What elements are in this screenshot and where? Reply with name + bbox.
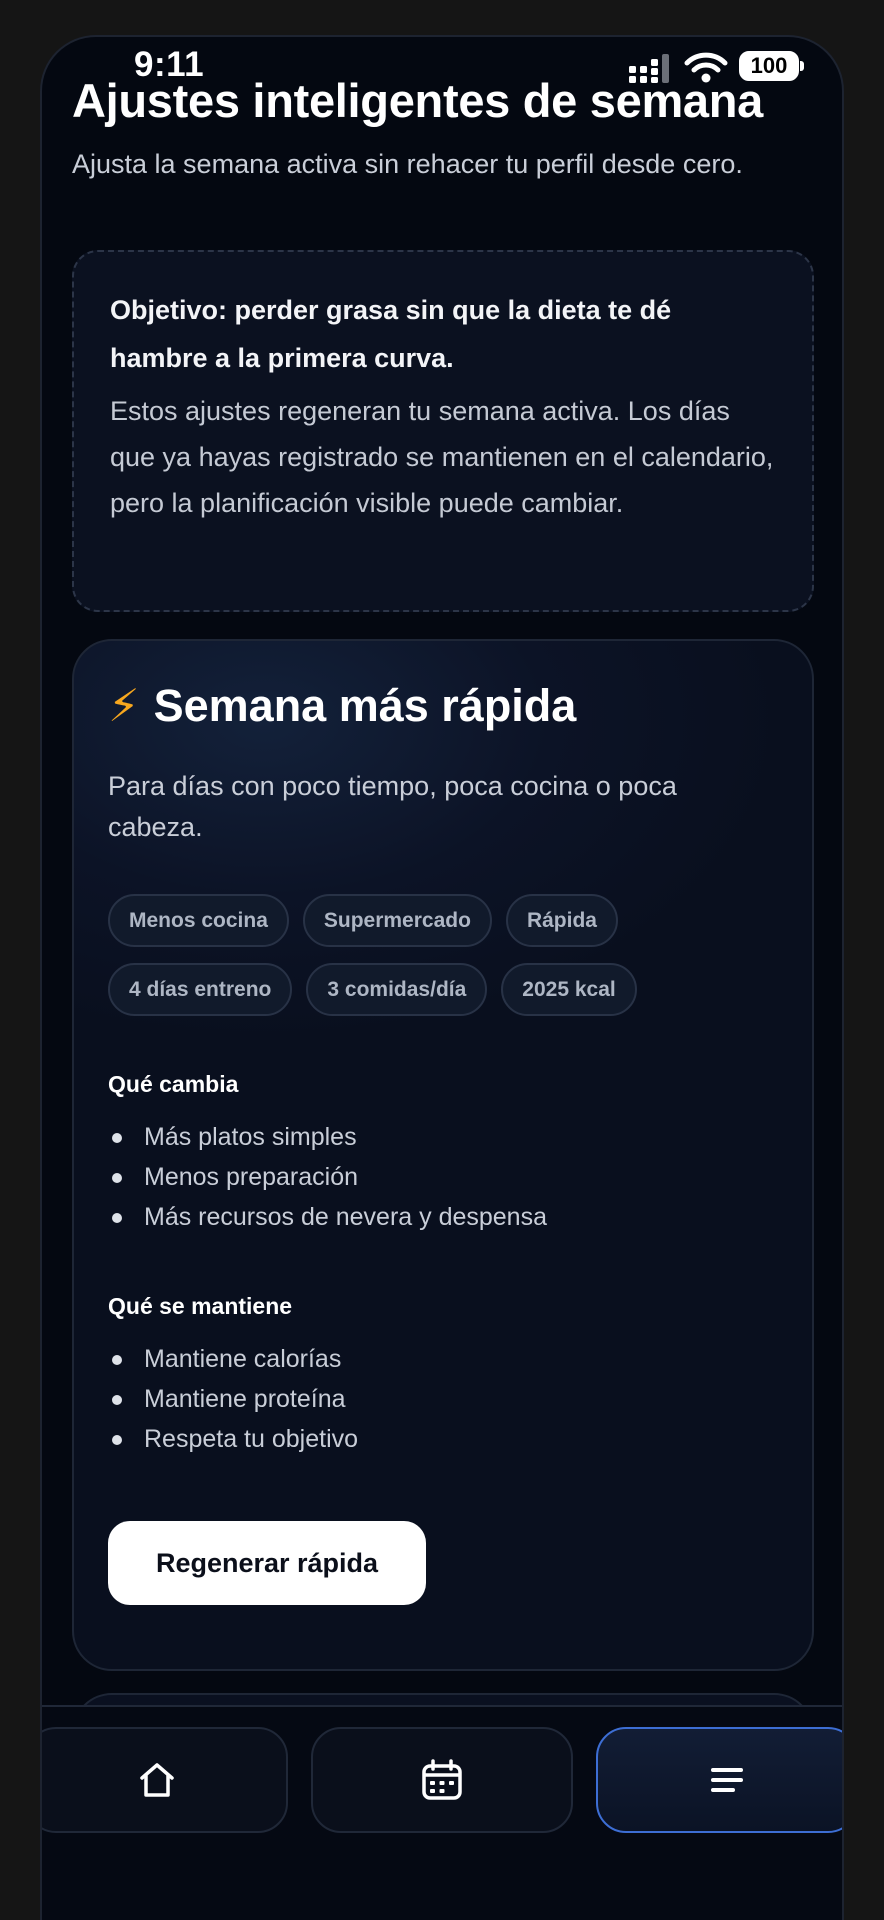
home-icon [140, 1763, 174, 1797]
list-item: Mantiene proteína [108, 1379, 358, 1419]
list-item: Menos preparación [108, 1157, 547, 1197]
list-item: Más platos simples [108, 1117, 547, 1157]
tab-calendar[interactable] [311, 1727, 573, 1833]
tag-chip: Rápida [505, 894, 618, 947]
card-title-text: Semana más rápida [153, 680, 577, 731]
tag-chip: 2025 kcal [501, 963, 637, 1016]
goal-text: Objetivo: perder grasa sin que la dieta … [110, 295, 672, 373]
calendar-icon [422, 1759, 462, 1800]
keeps-heading: Qué se mantiene [108, 1293, 293, 1319]
tab-menu[interactable] [596, 1727, 842, 1833]
lightning-bolt-icon: ⚡ [108, 680, 140, 731]
list-item: Respeta tu objetivo [108, 1419, 358, 1459]
keeps-list: Mantiene calorías Mantiene proteína Resp… [108, 1339, 358, 1459]
page-title: Ajustes inteligentes de semana [72, 74, 764, 127]
tab-home[interactable] [42, 1727, 288, 1833]
tag-list: Menos cocina Supermercado Rápida 4 días … [108, 894, 788, 1016]
page-subtitle: Ajusta la semana activa sin rehacer tu p… [72, 149, 743, 179]
changes-heading: Qué cambia [108, 1071, 239, 1097]
card-description: Para días con poco tiempo, poca cocina o… [108, 771, 677, 842]
bottom-tab-bar [42, 1705, 842, 1920]
option-card-faster-week: ⚡ Semana más rápida Para días con poco ti… [72, 639, 814, 1671]
changes-list: Más platos simples Menos preparación Más… [108, 1117, 547, 1237]
list-item: Más recursos de nevera y despensa [108, 1197, 547, 1237]
phone-screen: 9:11 100 Ajustes inteligentes de semana … [40, 35, 844, 1920]
tag-chip: 3 comidas/día [306, 963, 488, 1016]
regeneration-note: Estos ajustes regeneran tu semana activa… [110, 396, 774, 518]
tag-chip: Supermercado [302, 894, 492, 947]
tag-chip: Menos cocina [108, 894, 289, 947]
menu-icon [711, 1768, 743, 1792]
info-box: Objetivo: perder grasa sin que la dieta … [72, 250, 814, 612]
card-title: ⚡ Semana más rápida [108, 679, 576, 732]
regenerate-quick-button[interactable]: Regenerar rápida [108, 1521, 426, 1605]
tag-chip: 4 días entreno [108, 963, 293, 1016]
list-item: Mantiene calorías [108, 1339, 358, 1379]
